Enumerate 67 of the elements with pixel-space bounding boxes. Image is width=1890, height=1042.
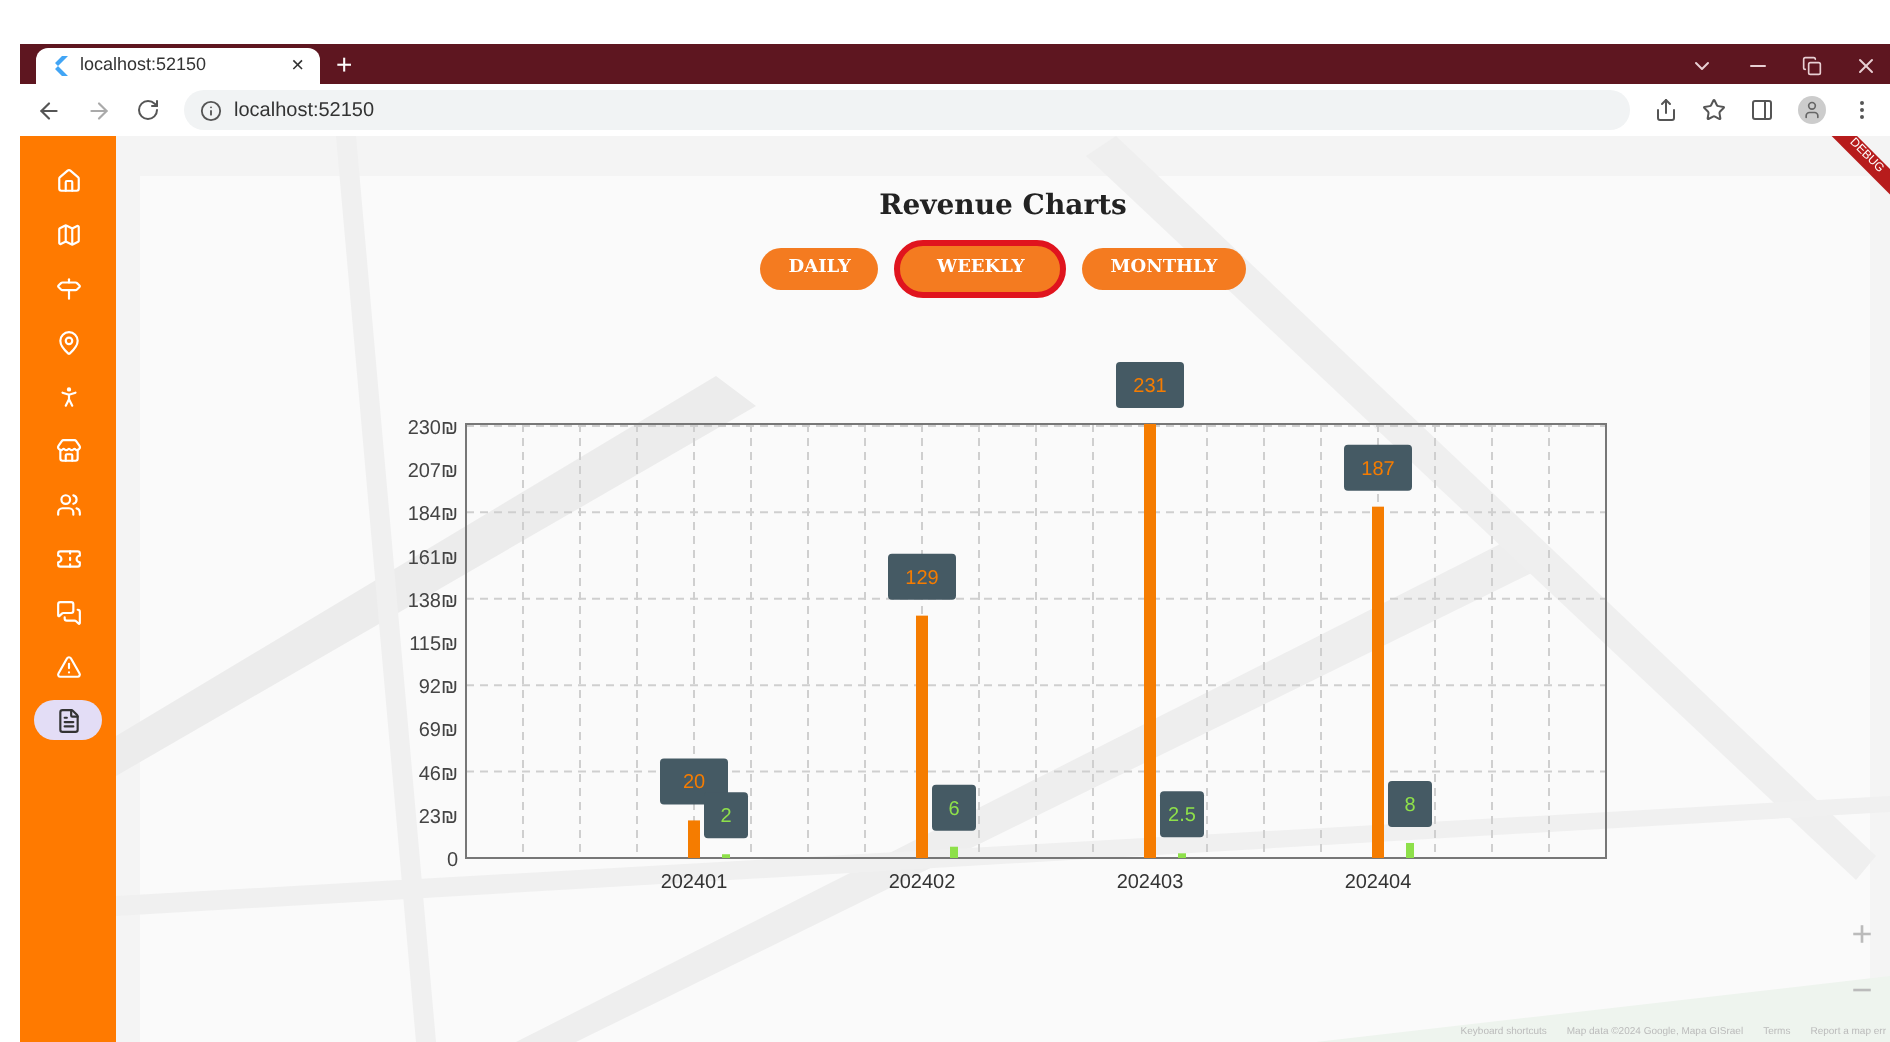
data-label: 8 bbox=[1403, 794, 1416, 817]
data-label: 6 bbox=[947, 798, 960, 821]
close-icon[interactable] bbox=[1854, 54, 1878, 78]
new-tab-button[interactable]: + bbox=[336, 50, 353, 78]
signpost-icon bbox=[55, 275, 81, 301]
person-icon bbox=[55, 383, 81, 409]
y-tick-label: 138₪ bbox=[406, 590, 457, 613]
side-panel-icon[interactable] bbox=[1750, 98, 1774, 122]
y-tick-label: 161₪ bbox=[406, 547, 457, 570]
y-tick-label: 92₪ bbox=[417, 677, 457, 700]
store-icon bbox=[55, 437, 81, 463]
restore-icon[interactable] bbox=[1802, 56, 1822, 76]
chat-icon bbox=[55, 599, 81, 625]
browser-tab[interactable]: localhost:52150 × bbox=[36, 48, 320, 84]
data-label: 20 bbox=[681, 772, 705, 795]
profile-avatar[interactable] bbox=[1798, 96, 1826, 124]
back-icon[interactable] bbox=[36, 97, 62, 123]
y-tick-label: 69₪ bbox=[417, 720, 457, 743]
y-tick-label: 230₪ bbox=[406, 417, 457, 440]
sidebar-item[interactable] bbox=[34, 700, 102, 740]
data-label: 231 bbox=[1132, 376, 1167, 398]
star-icon[interactable] bbox=[1702, 98, 1726, 122]
x-tick-label: 202404 bbox=[1343, 872, 1411, 894]
data-label: 2 bbox=[703, 792, 747, 839]
data-label: 231 bbox=[1115, 362, 1183, 408]
document-icon bbox=[55, 707, 81, 733]
x-tick-label: 202403 bbox=[1115, 872, 1183, 894]
map-pin-icon bbox=[55, 329, 81, 355]
flutter-logo-icon bbox=[52, 56, 68, 76]
ticket-icon bbox=[55, 545, 81, 571]
y-tick-label: 0 bbox=[445, 850, 457, 872]
data-label: 6 bbox=[931, 784, 975, 831]
data-label: 187 bbox=[1360, 458, 1395, 481]
data-label: 2.5 bbox=[1167, 805, 1196, 828]
data-label: 129 bbox=[887, 553, 955, 600]
y-tick-label: 46₪ bbox=[417, 763, 457, 786]
map-icon bbox=[55, 221, 81, 247]
y-tick-label: 184₪ bbox=[406, 504, 457, 527]
address-bar[interactable]: localhost:52150 bbox=[184, 90, 1630, 130]
data-label: 2.5 bbox=[1159, 791, 1203, 838]
period-tab[interactable]: MONTHLY bbox=[1082, 248, 1246, 290]
y-tick-label: 115₪ bbox=[408, 633, 457, 656]
bar bbox=[949, 846, 957, 858]
zoom-in-button[interactable]: + bbox=[1842, 914, 1882, 954]
home-icon bbox=[55, 167, 81, 193]
x-tick-label: 202401 bbox=[659, 872, 727, 894]
zoom-out-button[interactable]: − bbox=[1842, 970, 1882, 1010]
period-tab[interactable]: DAILY bbox=[760, 248, 879, 290]
page-title: Revenue Charts bbox=[879, 188, 1127, 224]
tab-title: localhost:52150 bbox=[80, 52, 209, 79]
data-label: 187 bbox=[1343, 444, 1411, 491]
reload-icon[interactable] bbox=[136, 98, 160, 122]
y-tick-label: 23₪ bbox=[417, 806, 457, 829]
bar bbox=[1405, 842, 1413, 858]
period-tab[interactable]: WEEKLY bbox=[894, 240, 1067, 298]
y-tick-label: 207₪ bbox=[406, 461, 457, 484]
data-label: 2 bbox=[719, 806, 732, 829]
x-tick-label: 202402 bbox=[887, 872, 955, 894]
address-text: localhost:52150 bbox=[234, 97, 375, 125]
data-label: 8 bbox=[1387, 780, 1431, 827]
share-icon[interactable] bbox=[1654, 98, 1678, 122]
info-icon bbox=[200, 99, 222, 121]
tab-close-button[interactable]: × bbox=[291, 55, 304, 77]
data-label: 129 bbox=[904, 567, 939, 590]
bar bbox=[1177, 853, 1185, 858]
warning-icon bbox=[55, 653, 81, 679]
people-icon bbox=[55, 491, 81, 517]
